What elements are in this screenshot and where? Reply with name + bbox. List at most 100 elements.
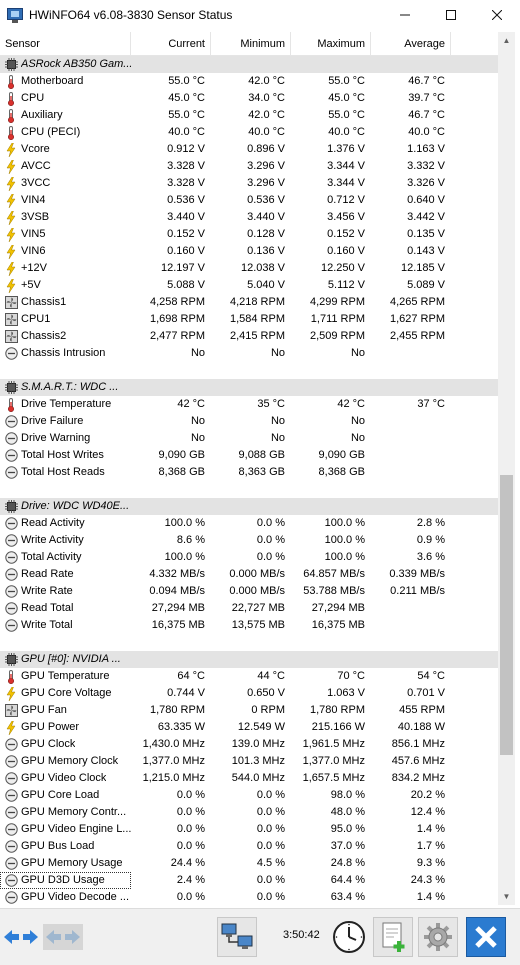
sensor-group-header[interactable]: Drive: WDC WD40E...	[0, 498, 498, 515]
scroll-up-arrow-icon[interactable]: ▲	[498, 32, 515, 49]
sensor-row[interactable]: GPU Fan 1,780 RPM 0 RPM 1,780 RPM 455 RPM	[0, 702, 498, 719]
value-maximum: 100.0 %	[324, 534, 365, 546]
sensor-row[interactable]: GPU Video Engine L... 0.0 % 0.0 % 95.0 % 1.4…	[0, 821, 498, 838]
sensor-row[interactable]: GPU Memory Contr... 0.0 % 0.0 % 48.0 % 12.4 …	[0, 804, 498, 821]
sensor-row[interactable]: Chassis Intrusion No No No	[0, 345, 498, 362]
column-average[interactable]: Average	[371, 32, 451, 56]
sensor-row[interactable]: VIN5 0.152 V 0.128 V 0.152 V 0.135 V	[0, 226, 498, 243]
value-average: 0.339 MB/s	[389, 568, 445, 580]
sensor-label: GPU Memory Contr...	[21, 806, 127, 818]
sensor-row[interactable]: 3VCC 3.328 V 3.296 V 3.344 V 3.326 V	[0, 175, 498, 192]
close-sensors-button[interactable]	[466, 917, 506, 957]
sensor-row[interactable]: GPU Memory Usage 24.4 % 4.5 % 24.8 % 9.3 %	[0, 855, 498, 872]
sensor-row[interactable]: Read Activity 100.0 % 0.0 % 100.0 % 2.8 %	[0, 515, 498, 532]
arrows-left-right-disabled-button[interactable]	[43, 924, 83, 950]
sensor-row[interactable]: +5V 5.088 V 5.040 V 5.112 V 5.089 V	[0, 277, 498, 294]
sensor-row[interactable]: Read Total 27,294 MB 22,727 MB 27,294 MB	[0, 600, 498, 617]
sensor-row[interactable]: VIN6 0.160 V 0.136 V 0.160 V 0.143 V	[0, 243, 498, 260]
sensor-row[interactable]: AVCC 3.328 V 3.296 V 3.344 V 3.332 V	[0, 158, 498, 175]
column-current[interactable]: Current	[131, 32, 211, 56]
close-x-icon	[475, 926, 497, 948]
network-button[interactable]	[217, 917, 257, 957]
value-maximum	[291, 56, 371, 73]
close-window-button[interactable]	[474, 0, 520, 30]
sensor-row[interactable]: Total Host Writes 9,090 GB 9,088 GB 9,090 G…	[0, 447, 498, 464]
sensor-row[interactable]: Chassis2 2,477 RPM 2,415 RPM 2,509 RPM 2,455…	[0, 328, 498, 345]
sensor-row[interactable]: Chassis1 4,258 RPM 4,218 RPM 4,299 RPM 4,265…	[0, 294, 498, 311]
value-average: 39.7 °C	[408, 92, 445, 104]
sensor-row[interactable]: Drive Failure No No No	[0, 413, 498, 430]
sensor-name-cell: Motherboard	[0, 73, 131, 90]
window-title: HWiNFO64 v6.08-3830 Sensor Status	[29, 8, 233, 22]
sensor-row[interactable]: Total Activity 100.0 % 0.0 % 100.0 % 3.6 %	[0, 549, 498, 566]
sensor-row[interactable]: GPU Bus Load 0.0 % 0.0 % 37.0 % 1.7 %	[0, 838, 498, 855]
sensor-row[interactable]: GPU Power 63.335 W 12.549 W 215.166 W 40.188…	[0, 719, 498, 736]
sensor-group-header[interactable]: S.M.A.R.T.: WDC ...	[0, 379, 498, 396]
value-current: 45.0 °C	[168, 92, 205, 104]
sensor-row[interactable]: Write Rate 0.094 MB/s 0.000 MB/s 53.788 MB/…	[0, 583, 498, 600]
value-maximum: 3.456 V	[327, 211, 365, 223]
sensor-row[interactable]: GPU Clock 1,430.0 MHz 139.0 MHz 1,961.5 MHz…	[0, 736, 498, 753]
sensor-row[interactable]: GPU D3D Usage 2.4 % 0.0 % 64.4 % 24.3 %	[0, 872, 498, 889]
sensor-row[interactable]: Write Total 16,375 MB 13,575 MB 16,375 MB	[0, 617, 498, 634]
sensor-label: Motherboard	[21, 75, 84, 87]
title-bar: HWiNFO64 v6.08-3830 Sensor Status	[0, 0, 520, 30]
column-sensor[interactable]: Sensor	[0, 32, 131, 56]
sensor-label: GPU D3D Usage	[21, 874, 105, 886]
sensor-row[interactable]: GPU Core Load 0.0 % 0.0 % 98.0 % 20.2 %	[0, 787, 498, 804]
add-report-button[interactable]	[373, 917, 413, 957]
sensor-row[interactable]: Drive Warning No No No	[0, 430, 498, 447]
sensor-name-cell: Total Host Reads	[0, 464, 131, 481]
value-maximum: No	[350, 415, 365, 427]
value-minimum: 1,584 RPM	[229, 313, 285, 325]
arrows-left-right-icon	[4, 930, 38, 944]
sensor-row[interactable]: CPU 45.0 °C 34.0 °C 45.0 °C 39.7 °C	[0, 90, 498, 107]
sensor-row[interactable]: GPU Memory Clock 1,377.0 MHz 101.3 MHz 1,37…	[0, 753, 498, 770]
sensor-row[interactable]: CPU (PECI) 40.0 °C 40.0 °C 40.0 °C 40.0 °C	[0, 124, 498, 141]
value-minimum: 4,218 RPM	[229, 296, 285, 308]
sensor-group-header[interactable]: GPU [#0]: NVIDIA ...	[0, 651, 498, 668]
thermometer-icon	[4, 397, 18, 412]
value-maximum: 12.250 V	[320, 262, 365, 274]
vertical-scrollbar[interactable]: ▲ ▼	[498, 32, 515, 905]
sensor-row[interactable]: GPU Video Decode ... 0.0 % 0.0 % 63.4 % 1.4 …	[0, 889, 498, 905]
sensor-row[interactable]: Vcore 0.912 V 0.896 V 1.376 V 1.163 V	[0, 141, 498, 158]
timer-button[interactable]	[330, 917, 368, 957]
arrows-left-right-button[interactable]	[3, 924, 39, 950]
settings-button[interactable]	[418, 917, 458, 957]
value-maximum: 37.0 %	[330, 840, 365, 852]
network-computers-icon	[221, 923, 253, 949]
sensor-row[interactable]: +12V 12.197 V 12.038 V 12.250 V 12.185 V	[0, 260, 498, 277]
lightning-icon	[4, 261, 18, 276]
minimize-button[interactable]	[382, 0, 428, 30]
value-maximum: 95.0 %	[330, 823, 365, 835]
sensor-row[interactable]: VIN4 0.536 V 0.536 V 0.712 V 0.640 V	[0, 192, 498, 209]
value-average	[371, 651, 451, 668]
sensor-row[interactable]: GPU Video Clock 1,215.0 MHz 544.0 MHz 1,657…	[0, 770, 498, 787]
sensor-label: GPU Video Engine L...	[21, 823, 131, 835]
maximize-button[interactable]	[428, 0, 474, 30]
value-maximum: 1,377.0 MHz	[302, 755, 365, 767]
sensor-row[interactable]: GPU Core Voltage 0.744 V 0.650 V 1.063 V 0.7…	[0, 685, 498, 702]
sensor-row[interactable]: Auxiliary 55.0 °C 42.0 °C 55.0 °C 46.7 °C	[0, 107, 498, 124]
gauge-icon	[4, 466, 18, 480]
sensor-row[interactable]: Motherboard 55.0 °C 42.0 °C 55.0 °C 46.7 °C	[0, 73, 498, 90]
sensor-row[interactable]: 3VSB 3.440 V 3.440 V 3.456 V 3.442 V	[0, 209, 498, 226]
lightning-icon	[4, 278, 18, 293]
scrollbar-thumb[interactable]	[500, 475, 513, 755]
sensor-group-header[interactable]: ASRock AB350 Gam...	[0, 56, 498, 73]
value-current: 63.335 W	[157, 721, 205, 733]
sensor-label: +5V	[21, 279, 41, 291]
scroll-down-arrow-icon[interactable]: ▼	[498, 888, 515, 905]
sensor-row[interactable]: Drive Temperature 42 °C 35 °C 42 °C 37 °C	[0, 396, 498, 413]
sensor-row[interactable]: Read Rate 4.332 MB/s 0.000 MB/s 64.857 MB/s…	[0, 566, 498, 583]
column-maximum[interactable]: Maximum	[291, 32, 371, 56]
sensor-row[interactable]: Write Activity 8.6 % 0.0 % 100.0 % 0.9 %	[0, 532, 498, 549]
column-minimum[interactable]: Minimum	[211, 32, 291, 56]
sensor-row[interactable]: CPU1 1,698 RPM 1,584 RPM 1,711 RPM 1,627 RPM	[0, 311, 498, 328]
value-current: 0.0 %	[176, 789, 205, 801]
sensor-row[interactable]: Total Host Reads 8,368 GB 8,363 GB 8,368 GB	[0, 464, 498, 481]
value-average: 0.211 MB/s	[390, 585, 445, 597]
sensor-row[interactable]: GPU Temperature 64 °C 44 °C 70 °C 54 °C	[0, 668, 498, 685]
value-current: 3.328 V	[167, 177, 205, 189]
